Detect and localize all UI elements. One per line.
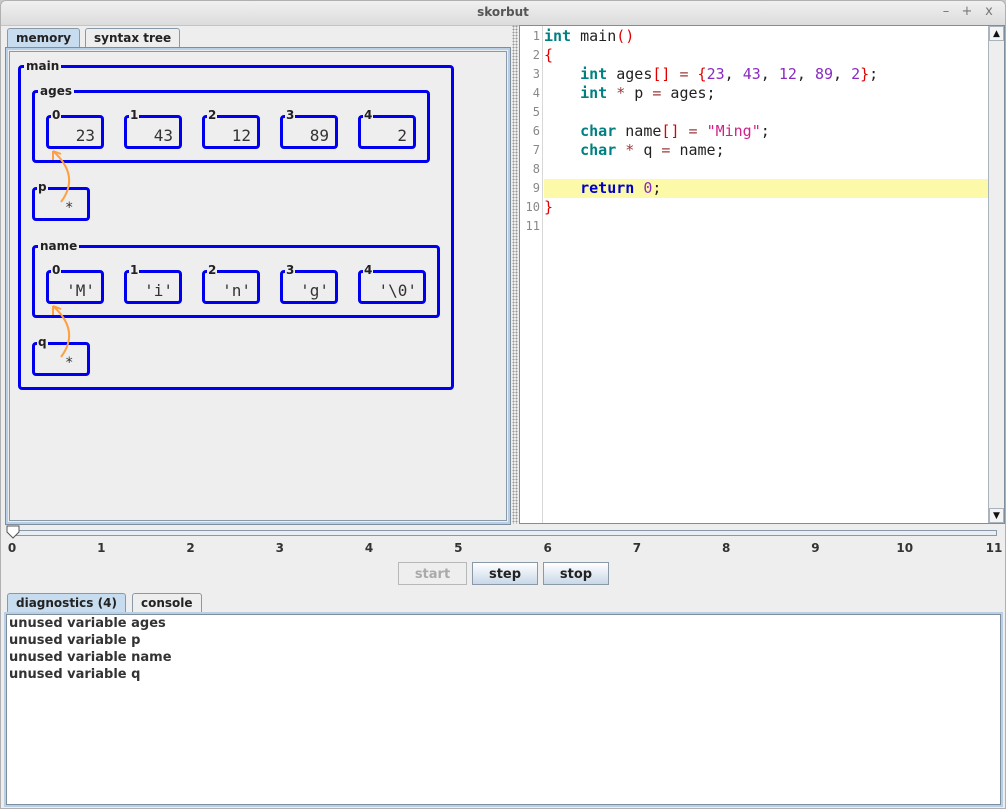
scroll-down-icon[interactable]: ▼: [989, 508, 1004, 523]
diagnostic-message[interactable]: unused variable name: [7, 649, 1000, 666]
tab-diagnostics[interactable]: diagnostics (4): [7, 593, 126, 612]
code-line[interactable]: }: [544, 198, 988, 217]
code-line[interactable]: char * q = name;: [544, 141, 988, 160]
timeline-tick-label: 1: [97, 541, 106, 555]
code-line[interactable]: [544, 217, 988, 236]
diagnostics-panel: unused variable ages unused variable p u…: [6, 614, 1001, 805]
line-number: 11: [525, 219, 540, 233]
line-number: 4: [532, 86, 540, 100]
code-editor[interactable]: 1 2 3 4 5 6 7 8 9 10 11 int main() { int…: [519, 25, 1005, 524]
line-number: 10: [525, 200, 540, 214]
code-line[interactable]: return 0;: [544, 179, 988, 198]
line-number: 7: [532, 143, 540, 157]
diagnostic-message[interactable]: unused variable ages: [7, 615, 1000, 632]
code-line[interactable]: int ages[] = {23, 43, 12, 89, 2};: [544, 65, 988, 84]
line-number: 3: [532, 67, 540, 81]
code-line[interactable]: int * p = ages;: [544, 84, 988, 103]
timeline-tick-label: 9: [811, 541, 820, 555]
timeline-tick-label: 8: [721, 541, 731, 555]
diagnostic-message[interactable]: unused variable q: [7, 666, 1000, 683]
timeline-tick-label: 2: [186, 541, 195, 555]
line-number: 1: [532, 29, 540, 43]
start-button[interactable]: start: [398, 562, 467, 585]
line-number: 8: [532, 162, 540, 176]
line-number: 5: [532, 105, 540, 119]
code-line[interactable]: char name[] = "Ming";: [544, 122, 988, 141]
timeline-tick-label: 5: [454, 541, 463, 555]
timeline-slider-thumb[interactable]: [6, 525, 20, 539]
line-number-gutter: 1 2 3 4 5 6 7 8 9 10 11: [520, 26, 543, 523]
line-number: 9: [532, 181, 540, 195]
diagnostic-message[interactable]: unused variable p: [7, 632, 1000, 649]
timeline-slider-track[interactable]: [11, 530, 997, 536]
code-line[interactable]: [544, 160, 988, 179]
close-icon[interactable]: x: [981, 4, 997, 19]
timeline-tick-label: 0: [7, 541, 17, 555]
scroll-up-icon[interactable]: ▲: [989, 26, 1004, 41]
maximize-icon[interactable]: +: [959, 4, 975, 19]
pointer-q-arrow: [52, 305, 71, 358]
code-line[interactable]: {: [544, 46, 988, 65]
timeline-tick-label: 7: [632, 541, 642, 555]
line-number: 6: [532, 124, 540, 138]
split-pane-divider[interactable]: [512, 25, 518, 524]
timeline-tick-label: 11: [985, 541, 1003, 555]
stop-button[interactable]: stop: [543, 562, 609, 585]
minimize-icon[interactable]: –: [938, 4, 954, 19]
step-button[interactable]: step: [472, 562, 538, 585]
timeline-tick-label: 4: [364, 541, 374, 555]
code-line[interactable]: [544, 103, 988, 122]
pointer-p-arrow: [52, 150, 71, 203]
editor-scrollbar[interactable]: ▲ ▼: [988, 26, 1004, 523]
timeline-tick-label: 6: [543, 541, 552, 555]
pointer-arrows: [52, 150, 71, 358]
app-window: skorbut – + x memory syntax tree main ag…: [0, 0, 1006, 809]
code-line[interactable]: int main(): [544, 27, 988, 46]
line-number: 2: [532, 48, 540, 62]
timeline-tick-label: 3: [275, 541, 284, 555]
tab-console[interactable]: console: [132, 593, 202, 612]
timeline-tick-label: 10: [896, 541, 914, 555]
